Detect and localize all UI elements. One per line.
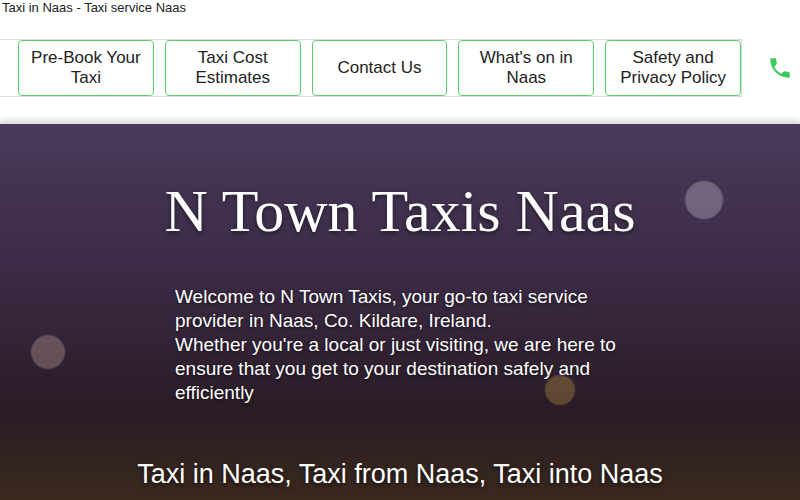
nav-button[interactable]: Taxi Cost Estimates [165,40,301,96]
nav-menu: Pre-Book Your TaxiTaxi Cost EstimatesCon… [0,39,742,97]
hero-section: N Town Taxis Naas Welcome to N Town Taxis… [0,124,800,500]
hero-text: Welcome to N Town Taxis, your go-to taxi… [175,285,620,405]
nav-button[interactable]: Pre-Book Your Taxi [18,40,154,96]
page: Taxi in Naas - Taxi service Naas Pre-Book… [0,0,800,500]
nav-button[interactable]: Safety and Privacy Policy [605,40,741,96]
hero-paragraph: Whether you're a local or just visiting,… [175,333,620,405]
nav-button[interactable]: What's on in Naas [458,40,594,96]
hero-title: N Town Taxis Naas [0,175,800,247]
phone-icon[interactable] [767,55,793,81]
nav-button[interactable]: Contact Us [312,40,448,96]
nav-bar: Pre-Book Your TaxiTaxi Cost EstimatesCon… [0,39,800,97]
page-title: Taxi in Naas - Taxi service Naas [0,0,800,16]
hero-subtitle: Taxi in Naas, Taxi from Naas, Taxi into … [0,457,800,491]
hero-paragraph: Welcome to N Town Taxis, your go-to taxi… [175,285,620,333]
